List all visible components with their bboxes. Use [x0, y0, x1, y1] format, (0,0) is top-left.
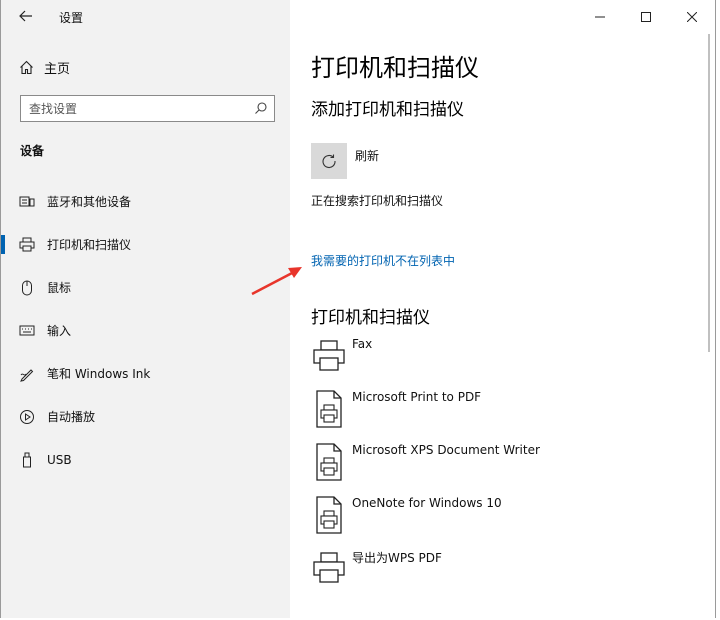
sidebar-item-mouse[interactable]: 鼠标: [1, 266, 290, 309]
printer-doc-icon: [316, 390, 342, 428]
sidebar-item-label: 蓝牙和其他设备: [47, 195, 132, 209]
search-input[interactable]: [21, 96, 249, 121]
scrollbar[interactable]: [708, 34, 710, 352]
autoplay-icon: [19, 409, 35, 425]
annotation-arrow: [251, 267, 302, 296]
sidebar-item-autoplay[interactable]: 自动播放: [1, 395, 290, 438]
maximize-button[interactable]: [623, 0, 669, 34]
printer-doc-icon: [316, 443, 342, 481]
search-icon[interactable]: [254, 101, 268, 115]
sidebar-item-label: 自动播放: [47, 410, 96, 424]
home-label: 主页: [44, 61, 71, 77]
sidebar-item-label: 打印机和扫描仪: [47, 238, 132, 252]
close-icon: [687, 12, 697, 22]
printer-icon: [313, 552, 345, 583]
window-title: 设置: [59, 11, 84, 25]
minimize-icon: [595, 16, 605, 18]
searching-status: 正在搜索打印机和扫描仪: [311, 194, 444, 208]
sidebar: 设置 主页 设备 蓝牙和其他设备: [1, 0, 290, 618]
sidebar-item-typing[interactable]: 输入: [1, 309, 290, 352]
add-section-title: 添加打印机和扫描仪: [311, 100, 464, 120]
refresh-icon: [322, 154, 336, 169]
sidebar-item-printers[interactable]: 打印机和扫描仪: [1, 223, 290, 266]
device-item[interactable]: Microsoft XPS Document Writer: [311, 440, 691, 493]
sidebar-item-pen[interactable]: 笔和 Windows Ink: [1, 352, 290, 395]
device-item[interactable]: Fax: [311, 334, 691, 387]
device-name: 导出为WPS PDF: [352, 551, 442, 565]
refresh-label: 刷新: [355, 149, 380, 163]
device-item[interactable]: Microsoft Print to PDF: [311, 387, 691, 440]
home-icon: [20, 60, 33, 74]
window-controls: [577, 0, 715, 34]
sidebar-item-label: 笔和 Windows Ink: [47, 367, 151, 381]
sidebar-item-bluetooth[interactable]: 蓝牙和其他设备: [1, 180, 290, 223]
device-item[interactable]: 导出为WPS PDF: [311, 546, 691, 599]
sidebar-nav: 蓝牙和其他设备 打印机和扫描仪 鼠标 输入 笔和 Windows Ink 自动播…: [1, 180, 290, 481]
page-title: 打印机和扫描仪: [311, 54, 479, 82]
sidebar-item-label: USB: [47, 452, 72, 467]
sidebar-item-label: 输入: [47, 324, 72, 338]
sidebar-item-label: 鼠标: [47, 281, 72, 295]
device-name: Fax: [352, 337, 373, 351]
device-name: Microsoft Print to PDF: [352, 390, 482, 404]
device-name: Microsoft XPS Document Writer: [352, 443, 540, 457]
printer-not-listed-link[interactable]: 我需要的打印机不在列表中: [311, 252, 455, 269]
sidebar-item-usb[interactable]: USB: [1, 438, 290, 481]
device-item[interactable]: OneNote for Windows 10: [311, 493, 691, 546]
usb-icon: [19, 452, 35, 468]
search-box[interactable]: [20, 95, 275, 122]
settings-window: 设置 主页 设备 蓝牙和其他设备: [0, 0, 716, 618]
printer-icon: [313, 340, 345, 371]
maximize-icon: [641, 12, 651, 22]
close-button[interactable]: [669, 0, 715, 34]
device-name: OneNote for Windows 10: [352, 496, 502, 510]
mouse-icon: [19, 280, 35, 296]
back-button[interactable]: [14, 6, 38, 28]
main-content: 打印机和扫描仪 添加打印机和扫描仪 刷新 正在搜索打印机和扫描仪 我需要的打印机…: [290, 0, 715, 618]
minimize-button[interactable]: [577, 0, 623, 34]
keyboard-icon: [19, 323, 35, 339]
printer-icon: [19, 237, 35, 253]
title-bar: 设置: [1, 0, 290, 34]
home-link[interactable]: 主页: [19, 56, 70, 78]
device-list: Fax Microsoft Print to PDF Microsoft XPS…: [311, 334, 691, 599]
bluetooth-devices-icon: [19, 194, 35, 210]
section-heading: 设备: [20, 144, 45, 158]
printers-section-title: 打印机和扫描仪: [311, 308, 430, 328]
back-arrow-icon: [19, 10, 32, 22]
printer-doc-icon: [316, 496, 342, 534]
refresh-button[interactable]: [311, 143, 347, 179]
pen-icon: [19, 366, 35, 382]
